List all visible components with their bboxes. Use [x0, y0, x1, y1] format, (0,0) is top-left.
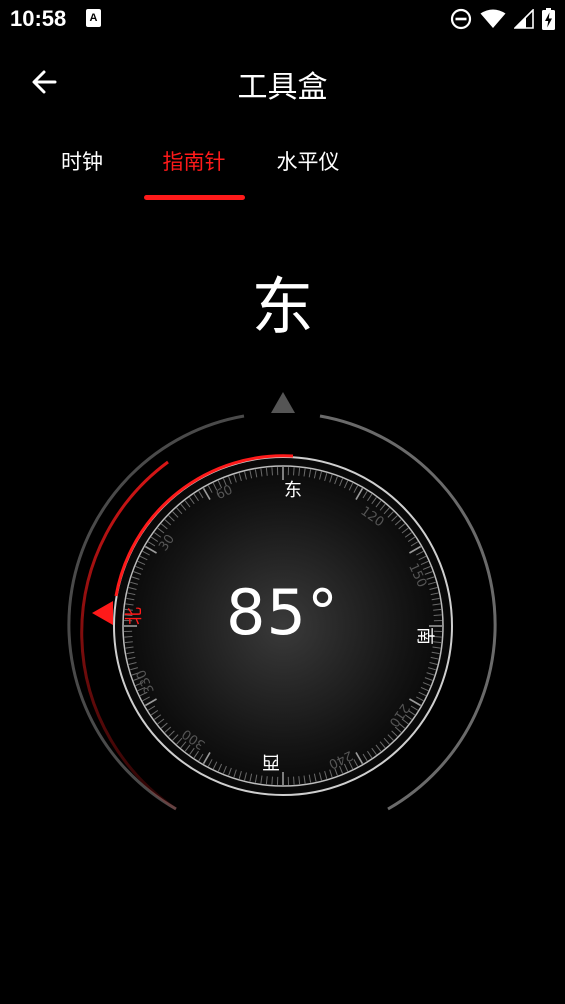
status-time: 10:58 [10, 6, 67, 31]
direction-label: 东 [251, 270, 314, 343]
notification-icon: A [86, 9, 101, 27]
tab-indicator [144, 195, 245, 200]
tick-mark [271, 776, 273, 785]
tick-mark [293, 467, 295, 476]
tab-compass[interactable]: 指南针 [134, 146, 254, 176]
app-bar: 工具盒 [0, 50, 565, 114]
cardinal-east: 东 [284, 480, 302, 501]
cardinal-west: 西 [262, 751, 280, 772]
do-not-disturb-icon [450, 8, 472, 30]
tick-mark [293, 776, 295, 785]
tab-bar: 时钟 指南针 水平仪 [0, 138, 565, 204]
tab-clock[interactable]: 时钟 [22, 146, 142, 176]
wifi-icon [480, 9, 506, 28]
tab-level[interactable]: 水平仪 [248, 146, 368, 176]
status-bar: 10:58 A [0, 0, 565, 38]
top-pointer-icon [271, 392, 295, 413]
status-icons [450, 7, 555, 31]
page-title: 工具盒 [237, 70, 328, 105]
signal-icon [514, 9, 534, 29]
tick-mark [271, 467, 273, 476]
heading-readout: 85° [226, 576, 339, 649]
battery-charging-icon [542, 8, 555, 30]
